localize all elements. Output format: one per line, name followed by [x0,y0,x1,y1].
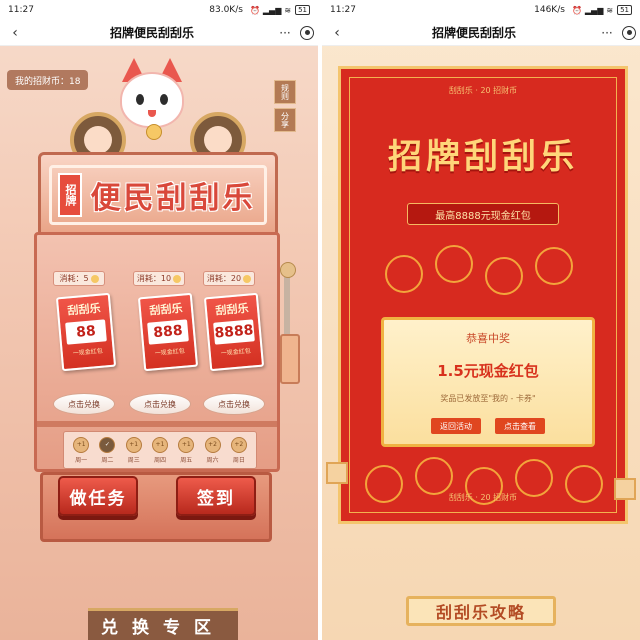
day-tue: ✓ 周二 [96,436,118,464]
scratch-card-8888[interactable]: 刮刮乐 8888 一现金红包 [203,292,265,372]
back-button[interactable]: ‹ [322,25,352,41]
sign-in-button[interactable]: 签到 [176,476,256,516]
scratch-card-888[interactable]: 刮刮乐 888 一现金红包 [137,292,199,372]
redeem-button[interactable]: 点击兑换 [53,393,115,415]
wifi-icon: ≋ [606,5,614,15]
sign-title: 便民刮刮乐 [90,181,256,216]
right-screen: 11:27 146K/s ⏰ ▂▄▆ ≋ 51 ‹ 招牌便民刮刮乐 ··· 刮刮… [322,0,640,640]
day-thu: +1 周四 [149,436,171,464]
coin-icon [90,274,99,283]
signal-icon: ▂▄▆ [584,5,604,15]
wave-pattern-bottom [365,457,603,517]
poster-title: 招牌刮刮乐 [388,137,578,177]
target-icon [622,25,636,40]
guide-title: 刮刮乐攻略 [406,596,556,626]
prize-value: 1.5元现金红包 [437,362,539,380]
status-bar: 11:27 146K/s ⏰ ▂▄▆ ≋ 51 [322,0,640,20]
prize-note: 奖品已发放至"我的 - 卡券" [440,394,536,403]
redeem-button[interactable]: 点击兑换 [203,393,265,415]
rules-button[interactable]: 规则 [274,80,296,104]
more-button[interactable]: ··· [274,26,296,40]
machine-sign: 招牌 便民刮刮乐 [38,152,278,238]
view-prize-button[interactable]: 点击查看 [495,418,545,434]
machine-side-knob [280,334,300,384]
day-fri: +1 周五 [175,436,197,464]
gift-box-icon [614,478,636,500]
alarm-icon: ⏰ [249,5,260,15]
close-button[interactable] [296,22,318,44]
status-time: 11:27 [330,5,356,15]
scratch-machine: 消耗：5 消耗：10 消耗：20 刮刮乐 88 一现金红包 刮刮乐 888 一现… [34,232,280,472]
day-mon: +1 周一 [70,436,92,464]
shelf-divider [37,421,277,427]
gift-box-icon [326,462,348,484]
page-title: 招牌便民刮刮乐 [431,26,516,40]
poster-bottom-strip: 刮刮乐 · 20 招财币 [448,493,518,502]
lever-ball [280,262,296,278]
back-button[interactable]: ‹ [0,25,30,41]
sign-tag: 招牌 [58,173,82,217]
day-wed: +1 周三 [123,436,145,464]
wifi-icon: ≋ [284,5,292,15]
share-button[interactable]: 分享 [274,108,296,132]
coin-balance: 我的招财币：18 [7,70,89,90]
nav-bar: ‹ 招牌便民刮刮乐 ··· [322,20,640,46]
poster-top-strip: 刮刮乐 · 20 招财币 [448,86,518,95]
more-button[interactable]: ··· [596,26,618,40]
day-sat: +2 周六 [202,436,224,464]
battery-icon: 51 [617,5,632,15]
coin-icon [243,274,252,283]
target-icon [300,25,314,40]
prize-card: 恭喜中奖 1.5元现金红包 奖品已发放至"我的 - 卡券" 返回活动 点击查看 [381,317,595,447]
alarm-icon: ⏰ [571,5,582,15]
exchange-zone-title: 兑换专区 [88,608,238,640]
close-button[interactable] [618,22,640,44]
left-screen: 11:27 83.0K/s ⏰ ▂▄▆ ≋ 51 ‹ 招牌便民刮刮乐 ··· 我… [0,0,318,640]
coin-icon [173,274,182,283]
page-title: 招牌便民刮刮乐 [109,26,194,40]
result-poster: 刮刮乐 · 20 招财币 招牌刮刮乐 最高8888元现金红包 恭喜中奖 1.5元… [338,66,628,524]
prize-heading: 恭喜中奖 [466,332,510,345]
cost-label: 消耗：5 [53,271,105,286]
network-speed: 83.0K/s [209,5,243,15]
weekly-checkin-row: +1 周一 ✓ 周二 +1 周三 +1 周四 +1 周五 +2 周六 +2 周日 [63,431,257,469]
network-speed: 146K/s [534,5,565,15]
signal-icon: ▂▄▆ [262,5,282,15]
lucky-cat-mascot [112,58,192,142]
cost-label: 消耗：10 [133,271,185,286]
day-sun: +2 周日 [228,436,250,464]
redeem-button[interactable]: 点击兑换 [129,393,191,415]
wave-pattern-top [365,245,601,305]
status-bar: 11:27 83.0K/s ⏰ ▂▄▆ ≋ 51 [0,0,318,20]
back-to-activity-button[interactable]: 返回活动 [431,418,481,434]
cost-label: 消耗：20 [203,271,255,286]
nav-bar: ‹ 招牌便民刮刮乐 ··· [0,20,318,46]
scratch-card-88[interactable]: 刮刮乐 88 一现金红包 [55,292,117,372]
battery-icon: 51 [295,5,310,15]
status-time: 11:27 [8,5,34,15]
poster-subtitle: 最高8888元现金红包 [407,203,559,225]
do-task-button[interactable]: 做任务 [58,476,138,516]
